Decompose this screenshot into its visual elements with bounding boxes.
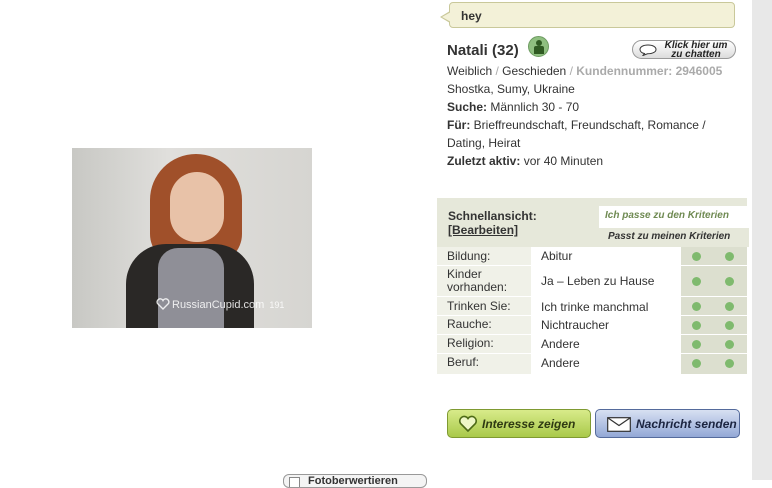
separator: / xyxy=(495,64,499,78)
search-label: Suche: xyxy=(447,100,488,114)
tab-matches-my-criteria-label: Passt zu meinen Kriterien xyxy=(608,231,731,242)
match-dot xyxy=(725,340,734,349)
quickview-tabs: Ich passe zu den Kriterien Passt zu mein… xyxy=(597,206,749,247)
search-value: Männlich 30 - 70 xyxy=(490,100,580,114)
profile-search: Suche: Männlich 30 - 70 xyxy=(447,100,579,114)
photo-watermark: RussianCupid.com 191 xyxy=(156,298,284,311)
row-value: Andere xyxy=(541,356,580,370)
profile-location: Shostka, Sumy, Ukraine xyxy=(447,82,575,96)
quickview-panel: Schnellansicht: [Bearbeiten] Ich passe z… xyxy=(437,198,749,374)
send-message-label: Nachricht senden xyxy=(636,417,737,431)
profile-last-active: Zuletzt aktiv: vor 40 Minuten xyxy=(447,154,603,168)
send-message-button[interactable]: Nachricht senden xyxy=(595,409,740,438)
checkbox[interactable] xyxy=(289,477,300,487)
heart-watermark-icon xyxy=(156,298,170,310)
match-dot xyxy=(725,277,734,286)
quickview-body: Bildung: Abitur Kinder vorhanden: Ja – Le… xyxy=(437,247,747,374)
match-dot xyxy=(725,321,734,330)
row-key: Bildung: xyxy=(447,249,491,263)
row-key: Trinken Sie: xyxy=(447,299,511,313)
photo-options-label: Fotoberwertieren xyxy=(308,475,398,487)
quickview-row: Rauche: Nichtraucher xyxy=(437,316,747,335)
chat-button-label: Klick hier um zu chatten xyxy=(664,40,728,60)
quickview-row: Religion: Andere xyxy=(437,335,747,354)
profile-for-line2: Dating, Heirat xyxy=(447,136,521,150)
match-dot xyxy=(692,321,701,330)
quickview-row: Kinder vorhanden: Ja – Leben zu Hause xyxy=(437,266,747,297)
profile-name: Natali (32) xyxy=(447,42,519,59)
photo-options-checkbox[interactable]: Fotoberwertieren xyxy=(283,474,427,488)
row-key: Rauche: xyxy=(447,317,492,331)
message-text: hey xyxy=(461,9,482,23)
page-scroll-gutter xyxy=(752,0,772,480)
show-interest-label: Interesse zeigen xyxy=(482,417,576,431)
row-value: Abitur xyxy=(541,249,573,263)
tab-matches-my-criteria[interactable]: Passt zu meinen Kriterien xyxy=(599,228,749,247)
show-interest-button[interactable]: Interesse zeigen xyxy=(447,409,591,438)
quickview-title-text: Schnellansicht: xyxy=(448,209,537,223)
row-value: Ich trinke manchmal xyxy=(541,300,649,314)
separator: / xyxy=(569,64,573,78)
chat-bubble-icon xyxy=(639,44,657,56)
match-dot xyxy=(725,302,734,311)
online-status-icon xyxy=(528,36,549,57)
quickview-row: Beruf: Andere xyxy=(437,354,747,374)
for-label: Für: xyxy=(447,118,471,132)
row-key: Kinder vorhanden: xyxy=(447,268,507,294)
heart-icon xyxy=(458,415,478,433)
gender: Weiblich xyxy=(447,64,493,78)
tab-i-match-criteria[interactable]: Ich passe zu den Kriterien xyxy=(605,210,729,221)
quickview-row: Trinken Sie: Ich trinke manchmal xyxy=(437,297,747,316)
match-dot xyxy=(692,277,701,286)
row-key-line1: Kinder xyxy=(447,267,482,281)
profile-photo[interactable]: RussianCupid.com 191 xyxy=(72,148,312,328)
row-value: Nichtraucher xyxy=(541,318,610,332)
for-value-line1: Brieffreundschaft, Freundschaft, Romance… xyxy=(473,118,706,132)
row-key-line2: vorhanden: xyxy=(447,280,508,294)
match-dot xyxy=(692,340,701,349)
row-value: Ja – Leben zu Hause xyxy=(541,274,655,288)
watermark-text: RussianCupid.com xyxy=(172,299,265,311)
match-dot xyxy=(692,302,701,311)
row-value: Andere xyxy=(541,337,580,351)
quickview-edit-link[interactable]: [Bearbeiten] xyxy=(448,223,518,237)
photo-shirt xyxy=(158,248,224,328)
row-key: Religion: xyxy=(447,336,494,350)
photo-face xyxy=(170,172,224,242)
quickview-header: Schnellansicht: [Bearbeiten] Ich passe z… xyxy=(437,198,749,247)
chat-button[interactable]: Klick hier um zu chatten xyxy=(632,40,736,60)
quickview-title: Schnellansicht: [Bearbeiten] xyxy=(448,209,537,237)
quickview-row: Bildung: Abitur xyxy=(437,247,747,266)
last-active-value: vor 40 Minuten xyxy=(523,154,604,168)
last-active-label: Zuletzt aktiv: xyxy=(447,154,521,168)
match-dot xyxy=(692,359,701,368)
row-key: Beruf: xyxy=(447,355,480,369)
match-dot xyxy=(725,252,734,261)
customer-number: Kundennummer: 2946005 xyxy=(576,64,723,78)
message-bubble: hey xyxy=(440,2,735,28)
match-dot xyxy=(725,359,734,368)
profile-for: Für: Brieffreundschaft, Freundschaft, Ro… xyxy=(447,118,706,132)
match-dot xyxy=(692,252,701,261)
envelope-icon xyxy=(607,417,631,432)
profile-basic-info: Weiblich / Geschieden / Kundennummer: 29… xyxy=(447,64,722,78)
marital-status: Geschieden xyxy=(502,64,567,78)
photo-number: 191 xyxy=(269,300,285,310)
